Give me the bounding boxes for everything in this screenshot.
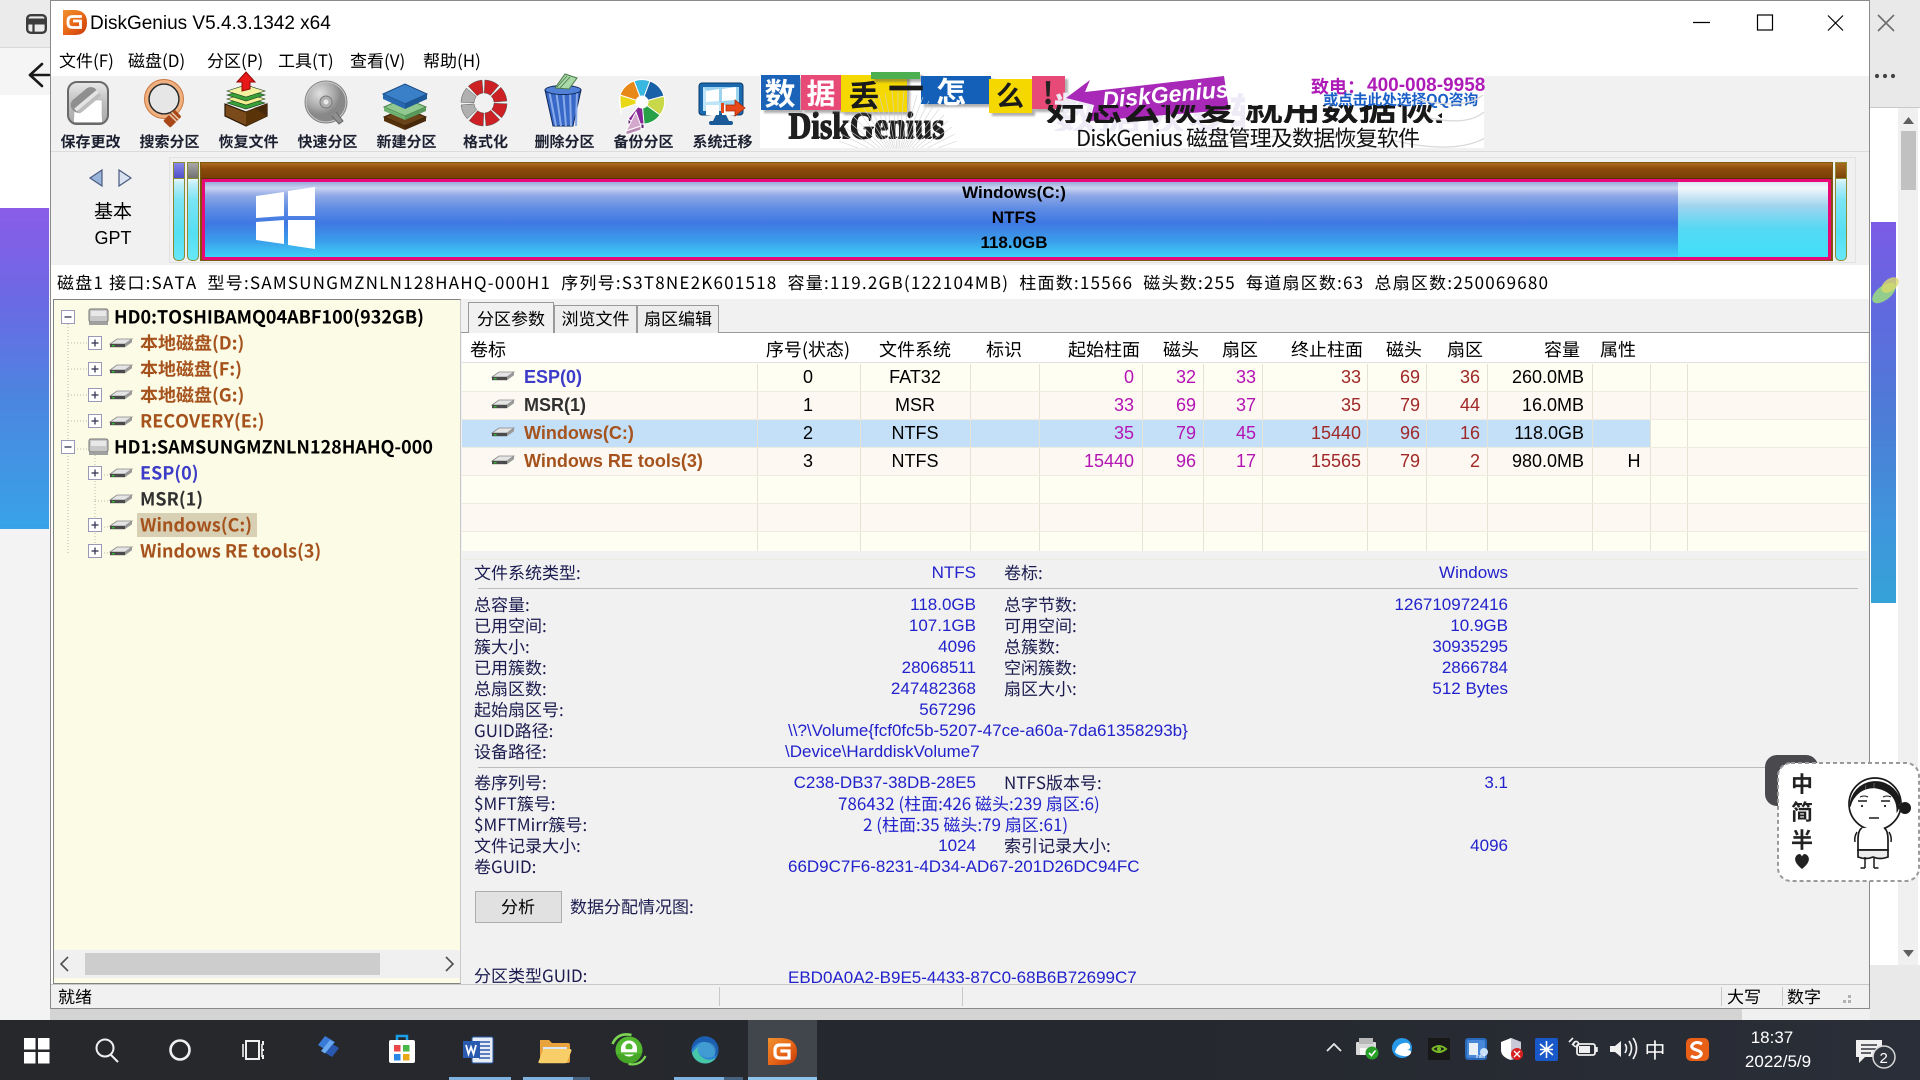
svg-text:intel: intel: [1476, 1054, 1485, 1060]
svg-text:2: 2: [1880, 1050, 1888, 1067]
